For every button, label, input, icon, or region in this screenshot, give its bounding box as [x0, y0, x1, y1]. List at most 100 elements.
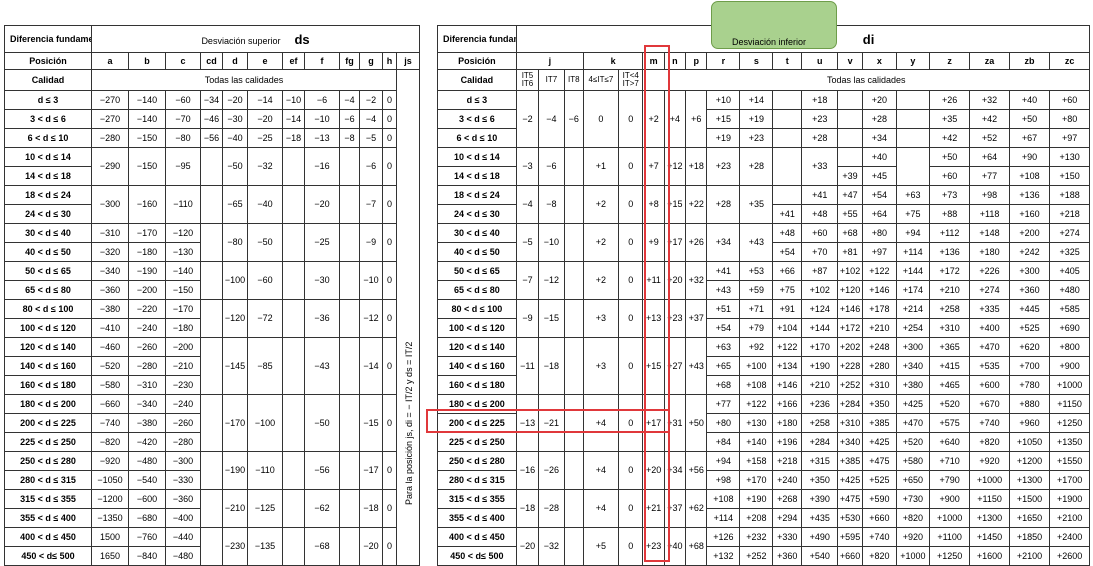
table-row: 30 < d ≤ 40 −310 −170 −120 −80 −50 −25 −9 0: [4, 223, 420, 262]
cell-c: −110: [165, 185, 201, 224]
cell-b: −190: [128, 261, 166, 281]
cell-zc: +480: [1049, 280, 1090, 300]
cell-x: +178: [861, 299, 897, 319]
cell-b: −420: [128, 432, 166, 452]
cell-cd: [200, 261, 223, 300]
cell-za: +226: [969, 261, 1010, 281]
cell-j3: [563, 489, 584, 528]
cell-cd: −46: [200, 109, 223, 129]
cell-r: +80: [706, 413, 741, 433]
cell-x: +45: [861, 166, 897, 186]
cell-zb: +780: [1008, 375, 1051, 395]
cell-u: +190: [801, 356, 839, 376]
cell-z: +50: [928, 147, 971, 167]
table-row: 250 < d ≤ 280 −920 −480 −300 −190 −110 −56 −17 0: [4, 451, 420, 490]
cell-e: −100: [247, 394, 283, 452]
table-row: 18 < d ≤ 24 −300 −160 −110 −65 −40 −20 −7 0: [4, 185, 420, 224]
cell-j3: [563, 185, 584, 224]
cell-zb: +108: [1008, 166, 1051, 186]
cell-s: +158: [739, 451, 774, 471]
cell-zb: +1300: [1008, 470, 1051, 490]
cell-j1: −13: [515, 394, 540, 452]
cell-fg: [339, 451, 360, 490]
tabla-desviacion-inferior: Diferencia fundamental di Posición jkmnp…: [437, 25, 1091, 566]
row-label: 65 < d ≤ 80: [437, 280, 517, 300]
cell-h: 0: [382, 90, 397, 110]
cell-b: −280: [128, 356, 166, 376]
cell-j3: [563, 299, 584, 338]
cell-x: +40: [861, 147, 897, 167]
cell-x: +660: [861, 508, 897, 528]
cell-k1: +4: [582, 394, 620, 452]
cell-y: +650: [895, 470, 930, 490]
table-row: 50 < d ≤ 65 −340 −190 −140 −100 −60 −30 −10 0: [4, 261, 420, 300]
cell-cd: [200, 451, 223, 490]
cell-s: +14: [739, 90, 774, 110]
label-todas-calidades: Todas las calidades: [91, 69, 397, 91]
cell-zb: +360: [1008, 280, 1051, 300]
table-row: 250 < d ≤ 280 −16 −26 +4 0 +20 +34 +56 +94 +158 +2…: [437, 451, 1090, 490]
cell-p: +18: [685, 147, 708, 186]
header-diferencia-inf: Diferencia fundamental: [437, 25, 517, 53]
cell-f: −20: [304, 185, 340, 224]
row-label: 400 < d ≤ 450: [4, 527, 92, 547]
cell-zc: +97: [1049, 128, 1090, 148]
cell-fg: [339, 394, 360, 452]
cell-s: +71: [739, 299, 774, 319]
cell-a: −280: [91, 128, 129, 148]
cell-k2: 0: [617, 451, 644, 490]
cell-j2: −21: [538, 394, 565, 452]
cell-c: −300: [165, 451, 201, 471]
cell-v: +68: [837, 223, 863, 243]
cell-r: +114: [706, 508, 741, 528]
cell-x: +425: [861, 432, 897, 452]
cell-zc: +585: [1049, 299, 1090, 319]
cell-x: +310: [861, 375, 897, 395]
col-header-y: y: [895, 52, 930, 70]
cell-c: −240: [165, 394, 201, 414]
cell-r: +28: [706, 185, 741, 224]
cell-a: −580: [91, 375, 129, 395]
table-row: 400 < d ≤ 450 1500 −760 −440 −230 −135 −68 −20 0: [4, 527, 420, 566]
col-header-zc: zc: [1049, 52, 1090, 70]
cell-x: +280: [861, 356, 897, 376]
cell-m: +23: [642, 527, 665, 566]
row-label: 200 < d ≤ 225: [437, 413, 517, 433]
cell-h: 0: [382, 337, 397, 395]
cell-s: +130: [739, 413, 774, 433]
cell-y: +470: [895, 413, 930, 433]
cell-z: +790: [928, 470, 971, 490]
cell-zc: +150: [1049, 166, 1090, 186]
col-header-fg: fg: [339, 52, 360, 70]
cell-zb: +40: [1008, 90, 1051, 110]
cell-j3: −6: [563, 90, 584, 148]
header-symbol-ds: ds: [294, 31, 310, 47]
cell-v: [837, 147, 863, 167]
cell-x: +122: [861, 261, 897, 281]
cell-za: +32: [969, 90, 1010, 110]
cell-v: +660: [837, 546, 863, 566]
cell-y: +254: [895, 318, 930, 338]
cell-a: −270: [91, 109, 129, 129]
cell-zc: +1000: [1049, 375, 1090, 395]
cell-e: −125: [247, 489, 283, 528]
cell-y: +1000: [895, 546, 930, 566]
cell-a: 1650: [91, 546, 129, 566]
cell-r: +108: [706, 489, 741, 509]
cell-zc: +2400: [1049, 527, 1090, 547]
cell-za: +98: [969, 185, 1010, 205]
cell-z: +26: [928, 90, 971, 110]
cell-t: +66: [772, 261, 803, 281]
cell-t: +122: [772, 337, 803, 357]
row-label: 50 < d ≤ 65: [437, 261, 517, 281]
cell-j1: −11: [515, 337, 540, 395]
cell-r: +10: [706, 90, 741, 110]
row-label: 30 < d ≤ 40: [437, 223, 517, 243]
cell-c: −200: [165, 337, 201, 357]
cell-v: +39: [837, 166, 863, 186]
cell-k1: +2: [582, 261, 620, 300]
cell-f: −16: [304, 147, 340, 186]
cell-r: +41: [706, 261, 741, 281]
cell-ef: [282, 451, 305, 490]
quality-label: IT5 IT6: [515, 69, 540, 91]
